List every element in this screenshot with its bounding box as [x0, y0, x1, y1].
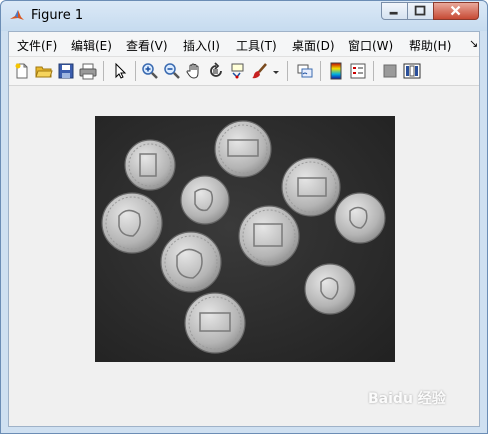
close-icon: [450, 5, 461, 16]
rotate-3d-icon[interactable]: [207, 62, 225, 80]
legend-icon[interactable]: [349, 62, 367, 80]
minimize-button[interactable]: [381, 2, 408, 20]
select-arrow-icon[interactable]: [111, 62, 129, 80]
zoom-in-icon[interactable]: [141, 62, 159, 80]
baidu-watermark: Baidu 经验: [368, 391, 446, 407]
coin: [304, 263, 356, 315]
window-title: Figure 1: [31, 8, 84, 23]
menu-help[interactable]: 帮助(H): [409, 37, 451, 54]
menu-insert[interactable]: 插入(I): [183, 37, 220, 54]
hide-plot-tools-icon[interactable]: [381, 62, 399, 80]
coin: [124, 139, 176, 191]
maximize-icon: [414, 5, 426, 16]
menu-overflow-icon[interactable]: ↘: [469, 37, 478, 50]
coin: [160, 231, 222, 293]
pan-hand-icon[interactable]: [185, 62, 203, 80]
coins-image[interactable]: [95, 116, 395, 362]
menu-file[interactable]: 文件(F): [17, 37, 57, 54]
maximize-button[interactable]: [407, 2, 434, 20]
matlab-logo-icon: [9, 8, 25, 24]
menu-edit[interactable]: 编辑(E): [71, 37, 112, 54]
figure-toolbar: [9, 57, 479, 86]
menu-window[interactable]: 窗口(W): [348, 37, 393, 54]
coin: [334, 192, 386, 244]
toolbar-separator: [373, 61, 374, 81]
menu-bar: 文件(F) 编辑(E) 查看(V) 插入(I) 工具(T) 桌面(D) 窗口(W…: [9, 32, 479, 57]
toolbar-separator: [287, 61, 288, 81]
brush-dropdown-icon[interactable]: [271, 62, 281, 80]
title-bar[interactable]: Figure 1: [1, 1, 487, 31]
toolbar-separator: [103, 61, 104, 81]
minimize-icon: [389, 11, 398, 15]
menu-view[interactable]: 查看(V): [126, 37, 168, 54]
coin: [180, 175, 230, 225]
new-figure-icon[interactable]: [13, 62, 31, 80]
coin: [184, 292, 246, 354]
menu-desktop[interactable]: 桌面(D): [292, 37, 335, 54]
coin: [238, 205, 300, 267]
coin: [281, 157, 341, 217]
coin: [214, 120, 272, 178]
show-plot-tools-icon[interactable]: [403, 62, 421, 80]
save-icon[interactable]: [57, 62, 75, 80]
toolbar-separator: [320, 61, 321, 81]
colorbar-icon[interactable]: [327, 62, 345, 80]
toolbar-separator: [135, 61, 136, 81]
data-cursor-icon[interactable]: [229, 62, 247, 80]
close-button[interactable]: [433, 2, 479, 20]
link-plot-icon[interactable]: [296, 62, 314, 80]
zoom-out-icon[interactable]: [163, 62, 181, 80]
open-file-icon[interactable]: [35, 62, 53, 80]
coin: [101, 192, 163, 254]
brush-icon[interactable]: [251, 62, 269, 80]
print-icon[interactable]: [79, 62, 97, 80]
figure-window: Figure 1 文件(F) 编辑(E) 查看(V) 插入(I) 工具(T) 桌…: [0, 0, 488, 434]
menu-tools[interactable]: 工具(T): [236, 37, 277, 54]
figure-client-area: 文件(F) 编辑(E) 查看(V) 插入(I) 工具(T) 桌面(D) 窗口(W…: [8, 31, 480, 427]
